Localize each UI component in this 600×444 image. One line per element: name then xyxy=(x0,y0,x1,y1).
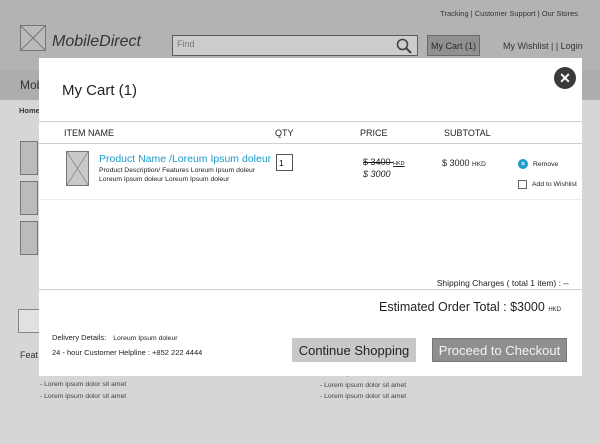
divider xyxy=(39,199,582,200)
divider xyxy=(39,121,582,122)
remove-label[interactable]: Remove xyxy=(533,161,558,168)
estimated-order-total: Estimated Order Total : $3000 HKD xyxy=(379,300,561,314)
subtotal-currency: HKD xyxy=(472,161,486,168)
column-header-price: PRICE xyxy=(360,128,388,138)
modal-title: My Cart (1) xyxy=(62,82,137,99)
column-header-subtotal: SUBTOTAL xyxy=(444,128,491,138)
original-price-currency: HKD xyxy=(393,161,405,167)
product-image-icon[interactable] xyxy=(66,151,89,186)
customer-helpline: 24 - hour Customer Helpline : +852 222 4… xyxy=(52,348,203,357)
description-line: Loreum Ipsum doleur Loreum Ipsum doleur xyxy=(99,176,230,183)
proceed-to-checkout-button[interactable]: Proceed to Checkout xyxy=(432,338,567,362)
product-name-link[interactable]: Product Name /Loreum Ipsum doleur xyxy=(99,153,271,165)
delivery-details: Delivery Details: Loreum Ipsum doleur xyxy=(52,333,178,342)
divider xyxy=(39,143,582,144)
cart-modal: My Cart (1) ITEM NAME QTY PRICE SUBTOTAL… xyxy=(39,58,582,376)
continue-shopping-button[interactable]: Continue Shopping xyxy=(292,338,416,362)
quantity-input[interactable] xyxy=(276,154,293,171)
shipping-charges: Shipping Charges ( total 1 item) : -- xyxy=(436,278,569,288)
delivery-label: Delivery Details: xyxy=(52,333,107,342)
remove-item-button[interactable]: × Remove xyxy=(518,159,558,169)
add-to-wishlist-option[interactable]: Add to Wishlist xyxy=(518,180,577,189)
item-subtotal: $ 3000 HKD xyxy=(442,158,486,168)
delivery-value: Loreum Ipsum doleur xyxy=(113,335,178,342)
description-line: Product Description/ Features Loreum Ips… xyxy=(99,167,256,174)
column-header-item-name: ITEM NAME xyxy=(64,128,115,138)
original-price-value: $ 3400 xyxy=(363,157,391,167)
product-description: Product Description/ Features Loreum Ips… xyxy=(99,166,255,184)
close-icon[interactable]: ✕ xyxy=(554,67,576,89)
divider xyxy=(39,289,582,290)
estimated-total-text: Estimated Order Total : $3000 xyxy=(379,300,545,314)
sale-price: $ 3000 xyxy=(363,169,391,179)
column-header-qty: QTY xyxy=(275,128,294,138)
estimated-total-currency: HKD xyxy=(548,307,561,313)
remove-x-icon[interactable]: × xyxy=(518,159,528,169)
wishlist-label[interactable]: Add to Wishlist xyxy=(532,181,577,188)
original-price: $ 3400 HKD xyxy=(363,157,405,167)
wishlist-checkbox[interactable] xyxy=(518,180,527,189)
subtotal-value: $ 3000 xyxy=(442,158,470,168)
